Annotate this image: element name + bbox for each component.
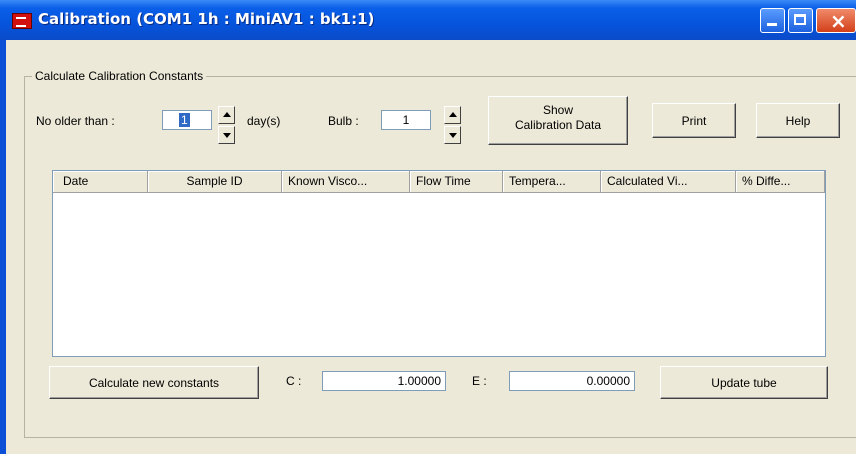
arrow-up-icon	[449, 112, 457, 117]
group-label: Calculate Calibration Constants	[32, 69, 207, 83]
close-button[interactable]: ×	[816, 8, 856, 33]
show-calibration-data-button[interactable]: Show Calibration Data	[488, 96, 628, 145]
maximize-button[interactable]	[788, 8, 813, 33]
column-header-date[interactable]: Date	[53, 171, 148, 193]
arrow-down-icon	[449, 133, 457, 138]
window-title: Calibration (COM1 1h : MiniAV1 : bk1:1)	[38, 10, 375, 28]
column-header-temperature[interactable]: Tempera...	[503, 171, 601, 193]
client-area: Calculate Calibration Constants No older…	[6, 40, 856, 454]
column-header-percent-difference[interactable]: % Diffe...	[736, 171, 825, 193]
calculate-new-constants-button[interactable]: Calculate new constants	[49, 366, 259, 399]
no-older-than-input[interactable]: 1	[162, 110, 212, 130]
arrow-down-icon	[223, 133, 231, 138]
minimize-button[interactable]	[760, 8, 785, 33]
days-label: day(s)	[247, 114, 281, 128]
print-button[interactable]: Print	[652, 103, 736, 138]
show-button-line2: Calibration Data	[514, 118, 602, 132]
list-body[interactable]	[53, 193, 825, 356]
arrow-up-icon	[223, 112, 231, 117]
bulb-spinner[interactable]	[444, 106, 461, 144]
days-spinner[interactable]	[218, 106, 235, 144]
column-header-flow-time[interactable]: Flow Time	[410, 171, 503, 193]
bulb-input[interactable]: 1	[381, 110, 431, 130]
bulb-down-button[interactable]	[444, 126, 461, 144]
update-tube-button[interactable]: Update tube	[660, 366, 828, 399]
days-down-button[interactable]	[218, 126, 235, 144]
bulb-label: Bulb :	[328, 114, 359, 128]
no-older-than-value: 1	[179, 113, 190, 127]
column-header-sample-id[interactable]: Sample ID	[148, 171, 282, 193]
e-value-field[interactable]: 0.00000	[509, 371, 635, 391]
help-button[interactable]: Help	[756, 103, 840, 138]
show-button-line1: Show	[542, 103, 574, 117]
c-value-field[interactable]: 1.00000	[322, 371, 446, 391]
no-older-than-label: No older than :	[36, 114, 115, 128]
close-icon: ×	[830, 9, 847, 33]
calibration-list[interactable]: Date Sample ID Known Visco... Flow Time …	[52, 170, 826, 357]
calibration-window: Calibration (COM1 1h : MiniAV1 : bk1:1) …	[0, 0, 856, 454]
list-header: Date Sample ID Known Visco... Flow Time …	[53, 171, 825, 193]
maximize-icon	[794, 14, 806, 25]
days-up-button[interactable]	[218, 106, 235, 124]
minimize-icon	[767, 23, 777, 26]
column-header-known-viscosity[interactable]: Known Visco...	[282, 171, 410, 193]
app-icon[interactable]	[12, 13, 32, 29]
title-bar[interactable]: Calibration (COM1 1h : MiniAV1 : bk1:1) …	[0, 0, 856, 40]
column-header-calculated-viscosity[interactable]: Calculated Vi...	[601, 171, 736, 193]
e-label: E :	[472, 374, 487, 388]
bulb-up-button[interactable]	[444, 106, 461, 124]
c-label: C :	[286, 374, 302, 388]
